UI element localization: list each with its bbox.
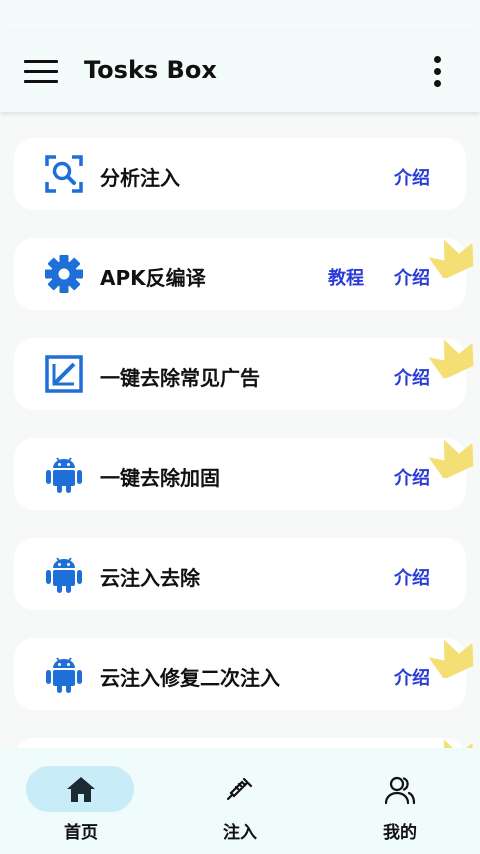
list-item-cloud-injection-fix[interactable]: 云注入修复二次注入 介绍: [14, 638, 474, 710]
nav-mine[interactable]: 我的: [345, 766, 455, 844]
intro-link[interactable]: 介绍: [394, 264, 430, 290]
crown-icon: [428, 739, 474, 748]
nav-inject[interactable]: 注入: [185, 766, 295, 844]
item-label: 云注入修复二次注入: [100, 666, 280, 690]
item-label: APK反编译: [100, 266, 206, 290]
list-item-partial[interactable]: [14, 738, 474, 748]
crown-icon: [428, 439, 474, 478]
android-icon: [44, 654, 84, 694]
intro-link[interactable]: 介绍: [394, 664, 430, 690]
android-icon: [44, 454, 84, 494]
crown-icon: [428, 639, 474, 678]
list-item-remove-hardening[interactable]: 一键去除加固 介绍: [14, 438, 474, 510]
app-bar: Tosks Box: [0, 32, 480, 112]
android-icon: [44, 554, 84, 594]
tool-list: 分析注入 介绍 APK反编译 教程 介绍 一键去除常见广告 介绍 一键去除加固 …: [0, 112, 480, 748]
item-label: 云注入去除: [100, 566, 200, 590]
intro-link[interactable]: 介绍: [394, 564, 430, 590]
crown-icon: [428, 239, 474, 278]
home-icon: [67, 777, 95, 802]
nav-home[interactable]: 首页: [26, 766, 136, 844]
item-label: 一键去除常见广告: [100, 366, 260, 390]
intro-link[interactable]: 介绍: [394, 364, 430, 390]
edit-square-icon: [44, 354, 84, 394]
user-group-icon: [384, 776, 416, 805]
list-item-apk-decompile[interactable]: APK反编译 教程 介绍: [14, 238, 474, 310]
nav-label: 注入: [223, 823, 257, 843]
nav-label: 首页: [64, 823, 98, 843]
list-item-remove-ads[interactable]: 一键去除常见广告 介绍: [14, 338, 474, 410]
app-title: Tosks Box: [84, 56, 217, 84]
item-label: 分析注入: [100, 166, 180, 190]
scan-search-icon: [44, 154, 84, 194]
status-bar: [0, 0, 480, 32]
tutorial-link[interactable]: 教程: [328, 264, 364, 290]
list-item-cloud-injection-removal[interactable]: 云注入去除 介绍: [14, 538, 466, 610]
gear-icon: [44, 254, 84, 294]
item-label: 一键去除加固: [100, 466, 220, 490]
crown-icon: [428, 339, 474, 378]
more-options-icon[interactable]: [426, 54, 450, 90]
menu-icon[interactable]: [24, 60, 60, 84]
bottom-navigation: 首页 注入 我的: [0, 748, 480, 854]
nav-label: 我的: [383, 823, 417, 843]
syringe-icon: [226, 777, 253, 801]
intro-link[interactable]: 介绍: [394, 164, 430, 190]
list-item-analyze-injection[interactable]: 分析注入 介绍: [14, 138, 466, 210]
intro-link[interactable]: 介绍: [394, 464, 430, 490]
